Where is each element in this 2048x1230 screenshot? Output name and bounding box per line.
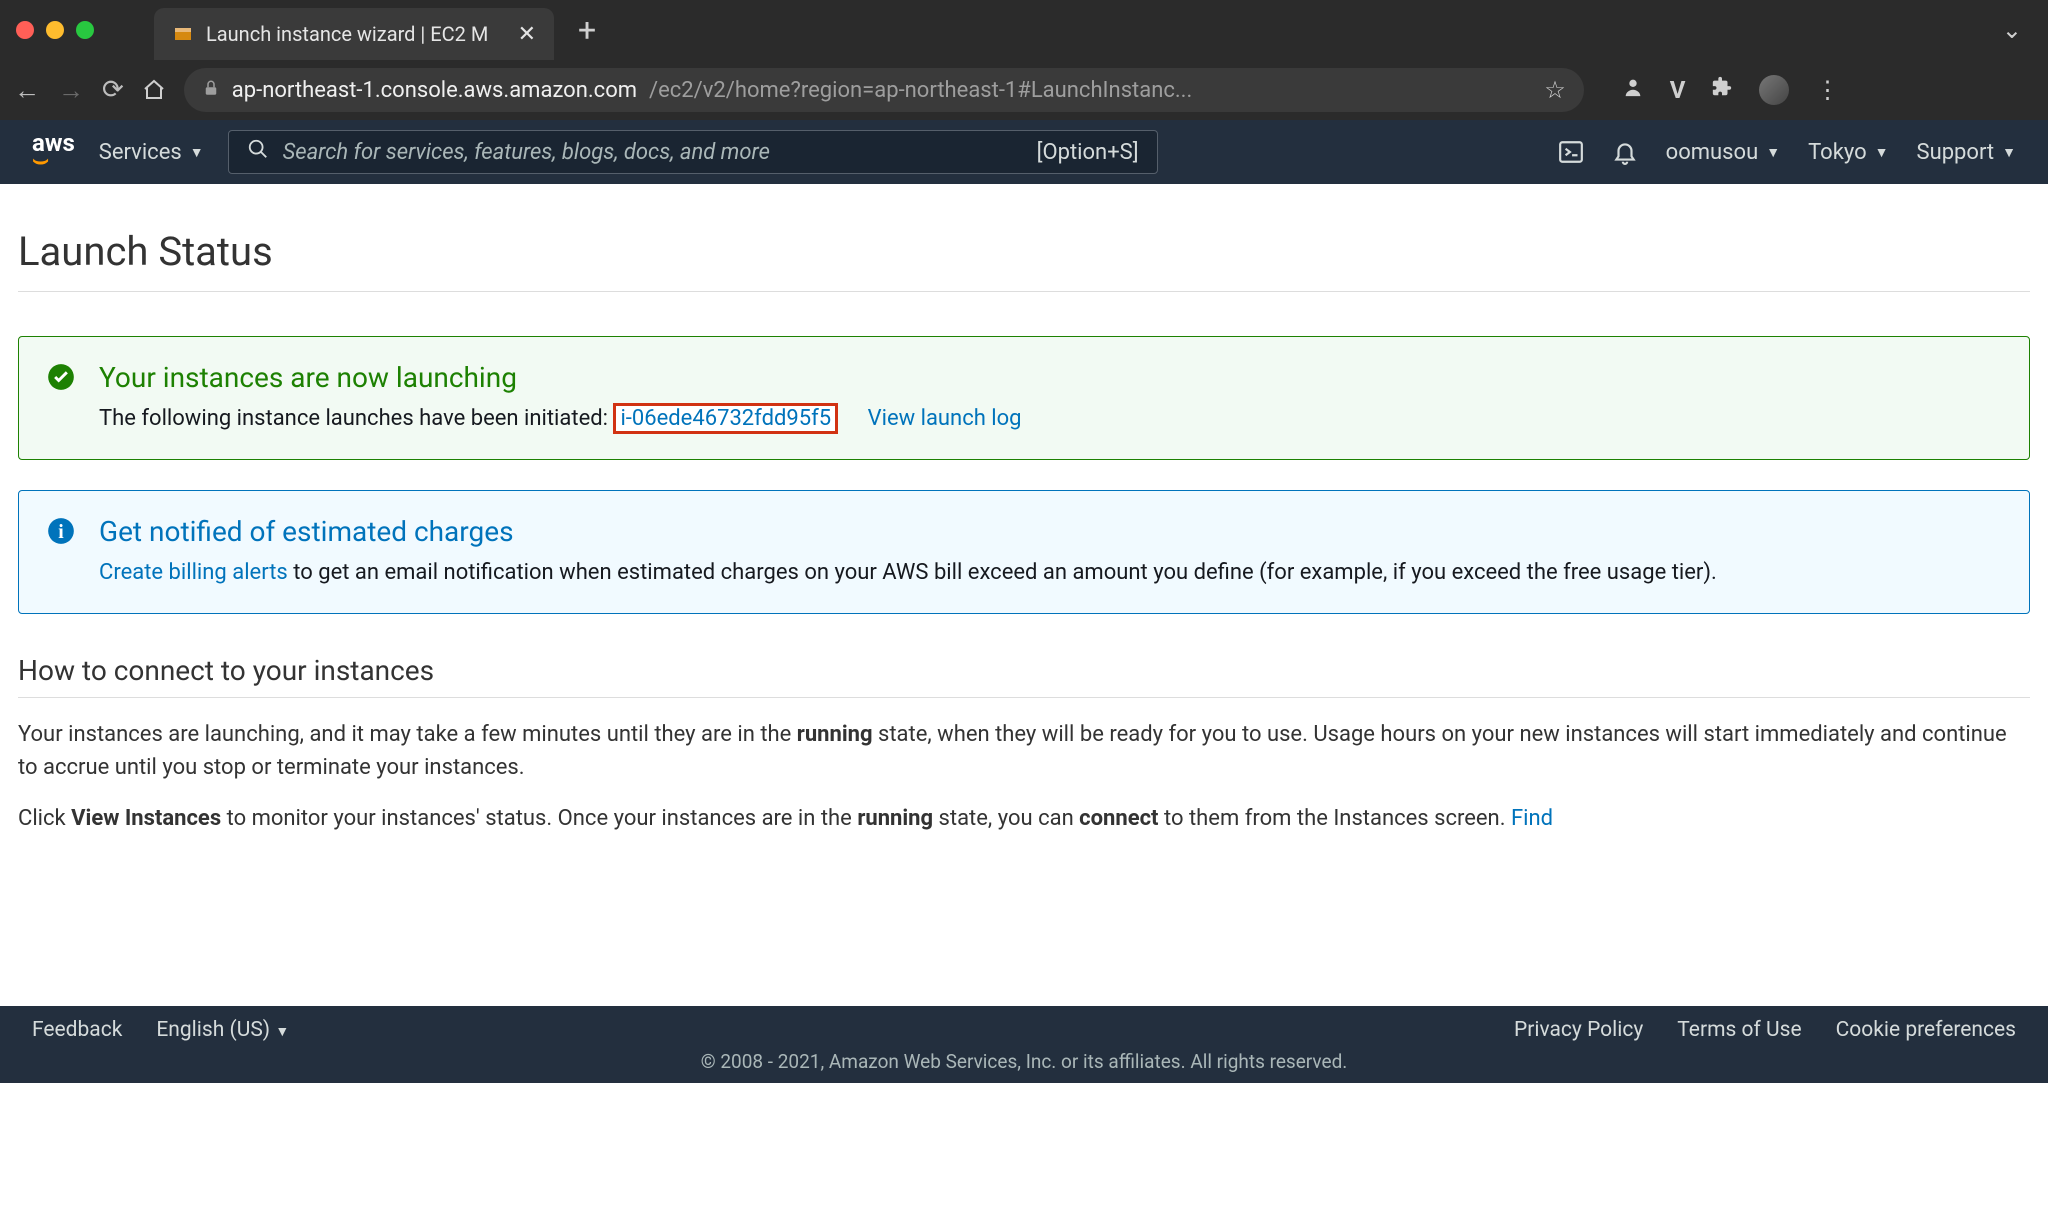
username-label: oomusou xyxy=(1666,140,1759,165)
window-zoom-mac[interactable] xyxy=(76,21,94,39)
connect-paragraph-2: Click View Instances to monitor your ins… xyxy=(18,802,2030,835)
browser-tab[interactable]: Launch instance wizard | EC2 M ✕ xyxy=(154,8,554,60)
language-selector[interactable]: English (US) ▼ xyxy=(156,1018,289,1042)
extension-v-icon[interactable]: V xyxy=(1670,76,1686,104)
privacy-policy-link[interactable]: Privacy Policy xyxy=(1514,1018,1643,1042)
terms-of-use-link[interactable]: Terms of Use xyxy=(1677,1018,1801,1042)
info-title: Get notified of estimated charges xyxy=(99,515,2001,548)
extensions-icon[interactable] xyxy=(1711,76,1733,104)
window-close-mac[interactable] xyxy=(16,21,34,39)
reload-button[interactable]: ⟳ xyxy=(102,75,124,105)
profile-avatar[interactable] xyxy=(1759,75,1789,105)
create-billing-alerts-link[interactable]: Create billing alerts xyxy=(99,560,288,585)
search-placeholder: Search for services, features, blogs, do… xyxy=(283,140,770,165)
info-text: to get an email notification when estima… xyxy=(288,560,1717,585)
chrome-menu-icon[interactable]: ⋮ xyxy=(1815,76,1839,104)
success-text: The following instance launches have bee… xyxy=(99,406,608,431)
tab-title: Launch instance wizard | EC2 M xyxy=(206,22,488,46)
tab-list-button[interactable]: ⌄ xyxy=(2002,16,2032,44)
caret-down-icon: ▼ xyxy=(190,144,204,161)
page-title: Launch Status xyxy=(18,228,2030,292)
connect-paragraph-1: Your instances are launching, and it may… xyxy=(18,718,2030,784)
url-bar[interactable]: ap-northeast-1.console.aws.amazon.com/ec… xyxy=(184,68,1584,112)
home-button[interactable] xyxy=(142,78,166,102)
url-host: ap-northeast-1.console.aws.amazon.com xyxy=(232,78,637,103)
caret-down-icon: ▼ xyxy=(1766,144,1780,161)
feedback-link[interactable]: Feedback xyxy=(32,1018,122,1042)
forward-button: → xyxy=(58,75,84,106)
search-icon xyxy=(247,138,269,166)
user-menu[interactable]: oomusou ▼ xyxy=(1666,140,1780,165)
notifications-icon[interactable] xyxy=(1612,139,1638,165)
success-alert: Your instances are now launching The fol… xyxy=(18,336,2030,460)
window-minimize-mac[interactable] xyxy=(46,21,64,39)
services-menu[interactable]: Services ▼ xyxy=(99,140,204,165)
info-circle-icon: i xyxy=(47,517,75,589)
search-shortcut: [Option+S] xyxy=(1037,140,1139,165)
find-link[interactable]: Find xyxy=(1511,806,1553,831)
back-button[interactable]: ← xyxy=(14,75,40,106)
language-label: English (US) xyxy=(156,1018,270,1042)
caret-down-icon: ▼ xyxy=(275,1024,289,1040)
new-tab-button[interactable]: + xyxy=(578,11,596,49)
view-launch-log-link[interactable]: View launch log xyxy=(868,406,1022,431)
copyright-text: © 2008 - 2021, Amazon Web Services, Inc.… xyxy=(32,1050,2016,1073)
instance-id-link[interactable]: i-06ede46732fdd95f5 xyxy=(613,403,838,434)
bookmark-star-icon[interactable]: ☆ xyxy=(1544,76,1566,104)
svg-text:i: i xyxy=(58,521,64,543)
region-label: Tokyo xyxy=(1808,140,1867,165)
url-path: /ec2/v2/home?region=ap-northeast-1#Launc… xyxy=(649,78,1192,103)
support-menu[interactable]: Support ▼ xyxy=(1917,140,2017,165)
lock-icon xyxy=(202,79,220,102)
support-label: Support xyxy=(1917,140,1995,165)
services-label: Services xyxy=(99,140,182,165)
check-circle-icon xyxy=(47,363,75,435)
info-alert: i Get notified of estimated charges Crea… xyxy=(18,490,2030,614)
close-tab-icon[interactable]: ✕ xyxy=(518,22,536,47)
aws-favicon xyxy=(172,23,194,45)
cloudshell-icon[interactable] xyxy=(1558,139,1584,165)
aws-logo[interactable]: aws ⌣ xyxy=(32,135,75,170)
caret-down-icon: ▼ xyxy=(1875,144,1889,161)
connect-section-title: How to connect to your instances xyxy=(18,654,2030,698)
caret-down-icon: ▼ xyxy=(2002,144,2016,161)
aws-search[interactable]: Search for services, features, blogs, do… xyxy=(228,130,1158,174)
success-title: Your instances are now launching xyxy=(99,361,2001,394)
cookie-preferences-link[interactable]: Cookie preferences xyxy=(1836,1018,2016,1042)
incognito-icon[interactable] xyxy=(1622,76,1644,104)
region-menu[interactable]: Tokyo ▼ xyxy=(1808,140,1888,165)
